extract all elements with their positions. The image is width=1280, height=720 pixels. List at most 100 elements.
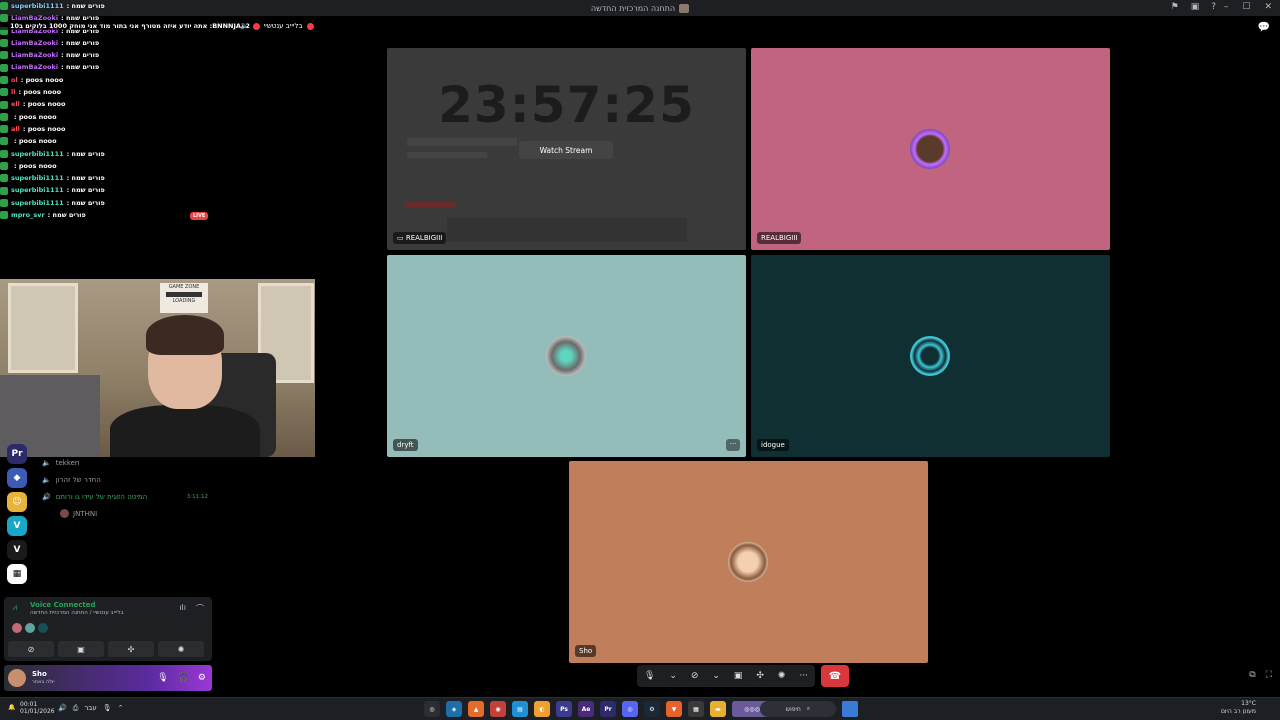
chat-username[interactable]: ll xyxy=(11,86,15,98)
voice-action-buttons: ⊘ ▣ ✣ ✺ xyxy=(8,641,204,657)
chat-username[interactable]: LiamBaZooki xyxy=(11,49,58,61)
taskbar-clock[interactable]: 00:01 01/01/2026 xyxy=(20,701,55,715)
speaker-icon: 🔈 xyxy=(42,458,51,467)
hang-up-button[interactable]: ☎ xyxy=(821,665,849,687)
language-indicator[interactable]: עבר xyxy=(84,704,96,713)
steam-app-icon[interactable]: ⚙ xyxy=(644,701,660,717)
microphone-icon[interactable]: 🎙 xyxy=(644,671,655,681)
app-icon[interactable]: ◈ xyxy=(446,701,462,717)
microphone-icon[interactable]: 🎙 xyxy=(157,673,168,683)
server-icon-teal[interactable]: V xyxy=(7,516,27,536)
app-icon[interactable]: Ps xyxy=(556,701,572,717)
microphone-tray-icon[interactable]: 🎙 xyxy=(103,704,112,713)
screen-share-icon[interactable]: ▣ xyxy=(734,671,743,681)
app-icon[interactable]: ◐ xyxy=(534,701,550,717)
chat-message: superbibi1111: פורים שמח xyxy=(0,184,220,196)
chat-username[interactable]: superbibi1111 xyxy=(11,197,64,209)
voice-channel-header[interactable]: 🔈 בליייב ענטשיי xyxy=(240,22,314,30)
server-icon-dark[interactable]: V xyxy=(7,540,27,560)
file-explorer-icon[interactable]: ▬ xyxy=(710,701,726,717)
search-label: חיפוש xyxy=(785,705,801,713)
settings-gear-icon[interactable]: ⚙ xyxy=(198,673,206,683)
chat-text: : poos nooo xyxy=(22,100,66,109)
channel-tekken[interactable]: 🔈 tekken xyxy=(34,454,214,471)
voice-connected-title[interactable]: Voice Connected xyxy=(30,601,96,609)
soundboard-icon[interactable]: ✺ xyxy=(778,671,786,681)
watch-stream-button[interactable]: Watch Stream xyxy=(519,141,613,159)
more-options-button[interactable]: ··· xyxy=(726,439,740,451)
popout-icon[interactable]: ⧉ xyxy=(1249,670,1255,680)
app-icon[interactable]: ▲ xyxy=(468,701,484,717)
avatar[interactable] xyxy=(25,623,35,633)
activities-icon[interactable]: ✣ xyxy=(756,671,764,681)
channel-active[interactable]: 🔊 המיטה הזוגית של עידו גו ורותם 3:11:12 xyxy=(34,488,214,505)
screen-share-button[interactable]: ▣ xyxy=(58,641,104,657)
headphones-icon[interactable]: 🎧 xyxy=(178,673,189,683)
chrome-app-icon[interactable]: ◉ xyxy=(490,701,506,717)
server-icon-yellow[interactable]: ☺ xyxy=(7,492,27,512)
discord-app-icon[interactable]: ◎ xyxy=(424,701,440,717)
user-info[interactable]: Sho יולה באתר xyxy=(32,670,55,686)
chat-username[interactable]: LiamBaZooki xyxy=(11,37,58,49)
chat-username[interactable]: superbibi1111 xyxy=(11,0,64,12)
premiere-server-icon[interactable]: Pr xyxy=(7,444,27,464)
pin-icon[interactable]: ⚑ xyxy=(1171,2,1179,12)
close-icon[interactable]: ✕ xyxy=(1264,2,1272,12)
help-icon[interactable]: ? xyxy=(1211,2,1216,12)
chevron-down-icon[interactable]: ⌄ xyxy=(712,671,720,681)
taskbar-search[interactable]: חיפוש ⌕ xyxy=(760,701,836,717)
chat-username[interactable]: superbibi1111 xyxy=(11,172,64,184)
disconnect-icon[interactable]: ⌒ xyxy=(196,603,204,614)
webcam-poster: GAME ZONE LOADING xyxy=(160,283,208,313)
chat-username[interactable]: superbibi1111 xyxy=(11,184,64,196)
discord-active-app-icon[interactable]: ◎ xyxy=(622,701,638,717)
taskbar-apps: ◎ ◈ ▲ ◉ ▤ ◐ Ps Ae Pr ◎ ⚙ ▼ ▦ ▬ ◎◎◎ xyxy=(424,701,772,717)
channel-zaharon[interactable]: 🔈 החדר של זהרון xyxy=(34,471,214,488)
channel-member[interactable]: JNTHNI xyxy=(34,505,214,522)
app-icon[interactable]: ▦ xyxy=(688,701,704,717)
chat-username[interactable]: superbibi1111 xyxy=(11,148,64,160)
volume-icon[interactable]: 🔊 xyxy=(58,704,67,713)
activities-button[interactable]: ✣ xyxy=(108,641,154,657)
chevron-down-icon[interactable]: ⌄ xyxy=(669,671,677,681)
avatar[interactable] xyxy=(38,623,48,633)
chat-message: ll: poos nooo xyxy=(0,86,220,98)
premiere-app-icon[interactable]: Pr xyxy=(600,701,616,717)
brave-app-icon[interactable]: ▼ xyxy=(666,701,682,717)
chevron-up-icon[interactable]: ⌃ xyxy=(118,704,124,713)
soundboard-button[interactable]: ✺ xyxy=(158,641,204,657)
fullscreen-icon[interactable]: ⛶ xyxy=(1266,670,1272,680)
maximize-icon[interactable]: ☐ xyxy=(1242,2,1250,12)
voice-connected-subtitle[interactable]: בליייב ענטשיי / התחנה המרכזית החדשה xyxy=(30,610,124,616)
server-icon-white[interactable]: ▦ xyxy=(7,564,27,584)
app-icon[interactable]: ▤ xyxy=(512,701,528,717)
chat-username[interactable]: ell xyxy=(11,98,20,110)
participant-tile-idogue[interactable]: idogue xyxy=(751,255,1110,457)
minimize-icon[interactable]: – xyxy=(1224,2,1229,12)
chat-badge-icon xyxy=(0,174,8,183)
chat-username[interactable]: LiamBaZooki xyxy=(11,61,58,73)
weather-widget[interactable]: 13°C מעונן רב היום xyxy=(1221,700,1256,716)
avatar[interactable] xyxy=(12,623,22,633)
server-icon-blue[interactable]: ◆ xyxy=(7,468,27,488)
channel-timer: 3:11:12 xyxy=(186,493,208,500)
more-options-icon[interactable]: ··· xyxy=(799,671,808,681)
chat-bubble-icon[interactable]: 💬 xyxy=(1258,22,1270,33)
network-icon[interactable]: ⎙ xyxy=(73,704,79,713)
after-effects-app-icon[interactable]: Ae xyxy=(578,701,594,717)
chat-username[interactable]: mpro_svr xyxy=(11,209,45,221)
noise-icon[interactable]: ılı xyxy=(179,603,186,614)
start-button[interactable] xyxy=(842,701,858,717)
avatar[interactable] xyxy=(8,669,26,687)
participant-tile-realbig[interactable]: REALBIGIII xyxy=(751,48,1110,250)
participant-tile-sho[interactable]: Sho xyxy=(569,461,928,663)
participant-tile-dryft[interactable]: dryft ··· xyxy=(387,255,746,457)
camera-off-icon[interactable]: ⊘ xyxy=(691,671,699,681)
chat-text: : פורים שמח xyxy=(61,51,100,60)
camera-off-button[interactable]: ⊘ xyxy=(8,641,54,657)
chat-username[interactable]: ol xyxy=(11,74,18,86)
notification-bell-icon[interactable]: 🔔 xyxy=(8,704,15,711)
inbox-icon[interactable]: ▣ xyxy=(1191,2,1200,12)
chat-username[interactable]: all xyxy=(11,123,20,135)
stream-tile[interactable]: 23:57:25 Watch Stream ▭ REALBIGIII xyxy=(387,48,746,250)
